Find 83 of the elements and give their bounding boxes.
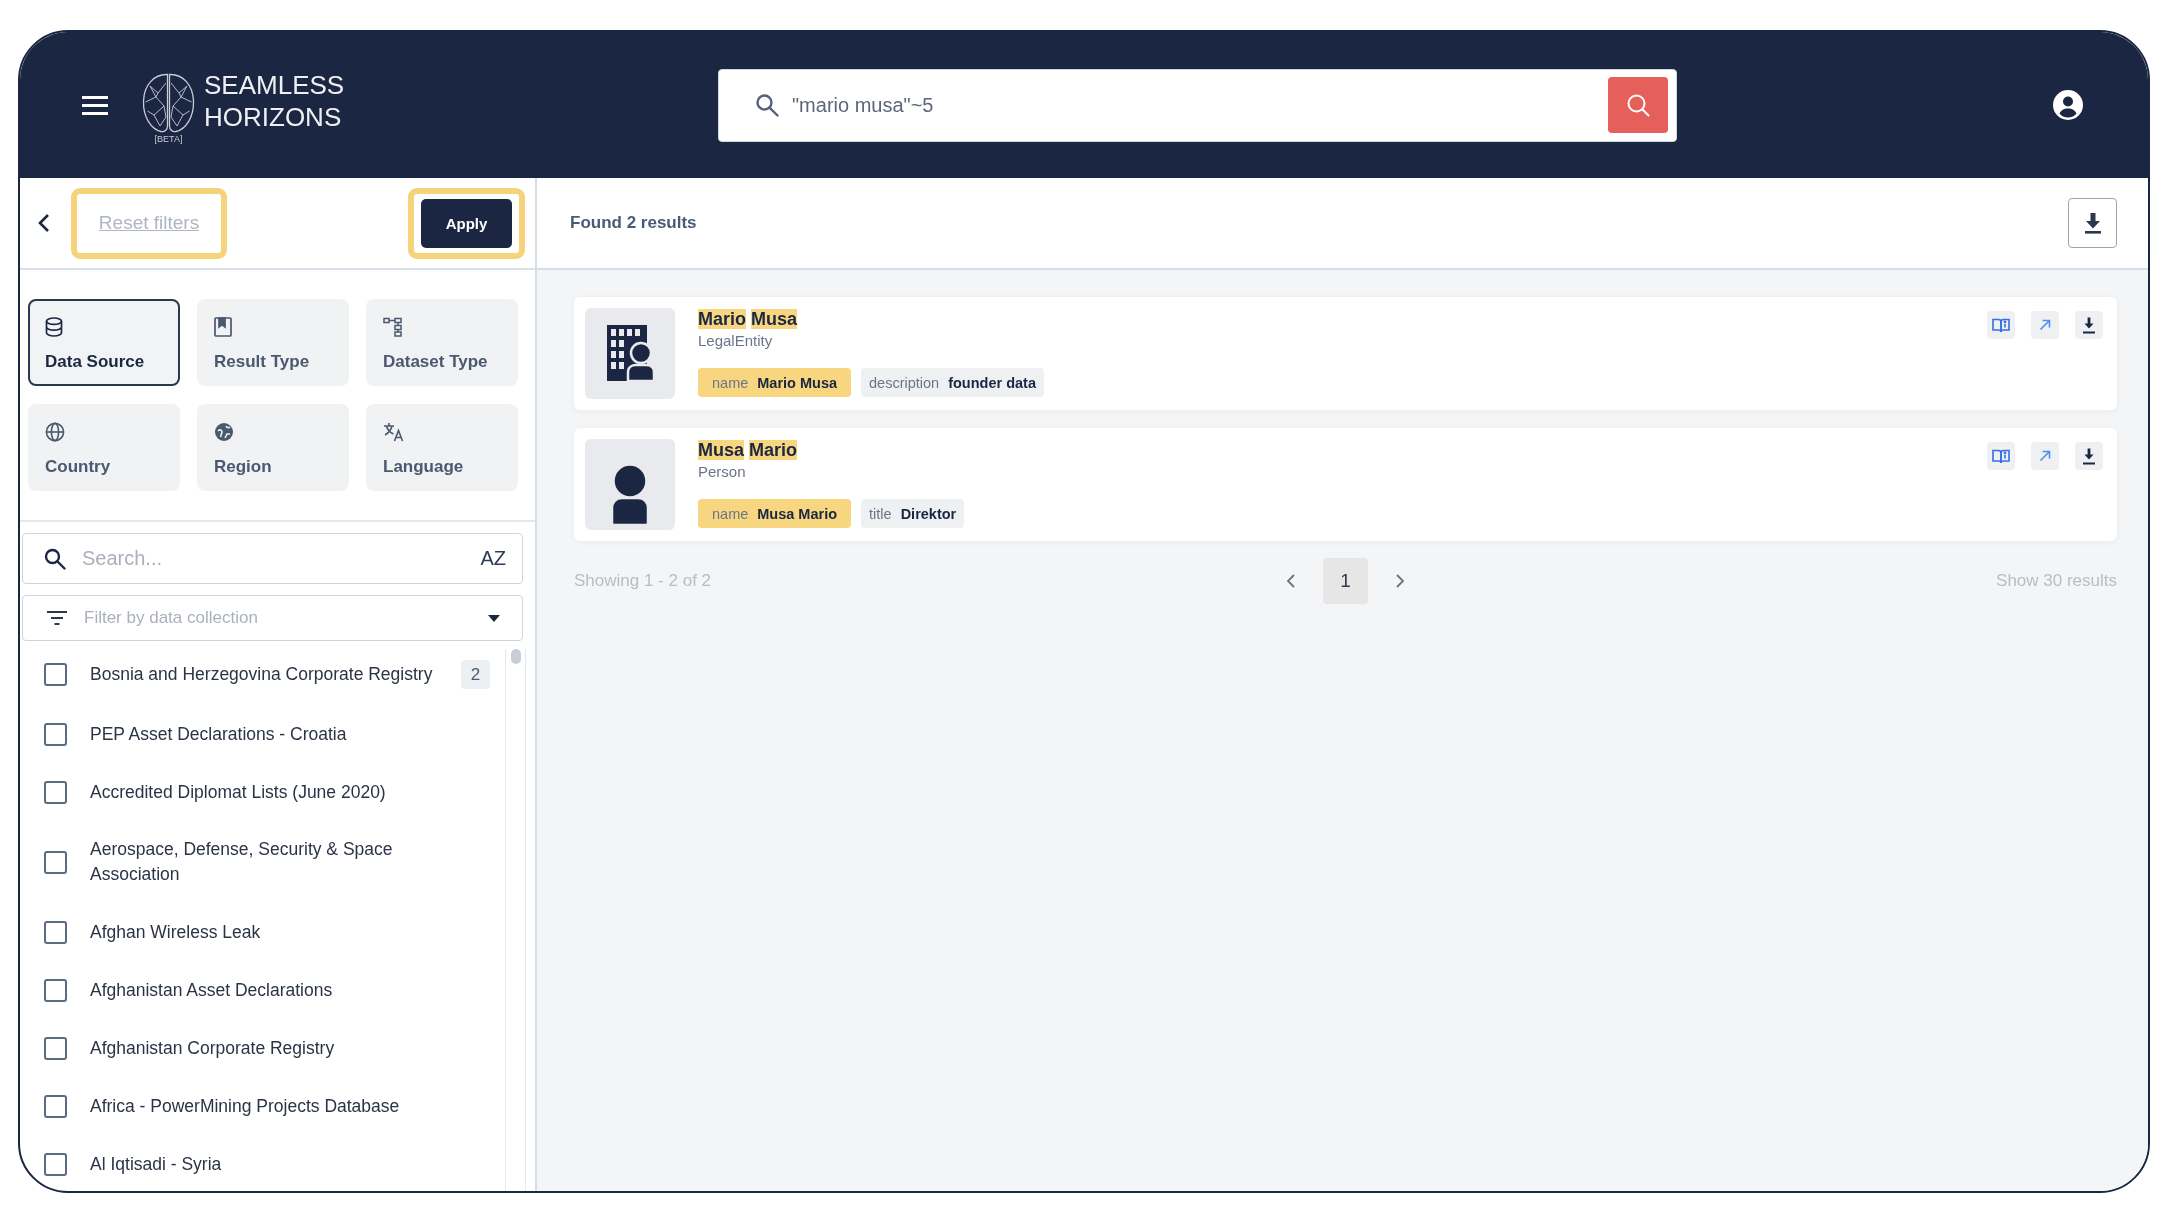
chevron-left-icon[interactable] (38, 213, 50, 233)
results-range-text: Showing 1 - 2 of 2 (574, 571, 712, 591)
checkbox[interactable] (44, 663, 67, 686)
logo-wordmark: SEAMLESS HORIZONS (204, 69, 345, 133)
download-button[interactable] (2075, 442, 2103, 470)
checkbox[interactable] (44, 1152, 67, 1176)
translate-icon (383, 422, 405, 442)
filter-category-tile[interactable]: Region (197, 404, 349, 491)
caret-down-icon (488, 614, 500, 622)
download-icon (2082, 447, 2096, 465)
source-label: Accredited Diplomat Lists (June 2020) (90, 780, 386, 804)
download-icon (2082, 212, 2103, 234)
result-title[interactable]: Mario Musa (698, 308, 798, 330)
download-icon (2082, 316, 2096, 334)
download-button[interactable] (2075, 311, 2103, 339)
menu-icon[interactable] (82, 95, 108, 115)
brain-logo-icon (142, 73, 195, 133)
beta-label: [BETA] (154, 134, 183, 145)
filter-search-field[interactable]: Search... AZ (22, 533, 523, 584)
database-icon (45, 317, 63, 337)
earth-icon (214, 422, 234, 442)
checkbox[interactable] (44, 722, 67, 746)
apply-button[interactable]: Apply (421, 198, 512, 248)
tag-key: name (712, 374, 749, 391)
source-label: Afghanistan Corporate Registry (90, 1036, 335, 1060)
filter-category-tile[interactable]: Country (28, 404, 180, 491)
scrollbar-track[interactable] (505, 649, 526, 1191)
source-label: Afghan Wireless Leak (90, 920, 261, 944)
building-person-icon (585, 308, 675, 399)
result-card[interactable]: Mario Musa LegalEntity name Mario Musa description founder data (574, 297, 2117, 410)
book-info-icon (1992, 448, 2010, 464)
source-label: PEP Asset Declarations - Croatia (90, 722, 347, 746)
filter-category-tile[interactable]: Language (366, 404, 518, 491)
result-title[interactable]: Musa Mario (698, 439, 798, 461)
search-button[interactable] (1608, 77, 1668, 133)
open-button[interactable] (2031, 442, 2059, 470)
export-button[interactable] (2068, 198, 2117, 248)
tag-value: founder data (948, 374, 1036, 391)
book-info-icon (1992, 317, 2010, 333)
source-label: Afghanistan Asset Declarations (90, 978, 333, 1002)
tag-key: name (712, 505, 749, 522)
result-card[interactable]: Musa Mario Person name Musa Mario title Direktor (574, 428, 2117, 541)
checkbox[interactable] (44, 1036, 67, 1060)
source-label: Al Iqtisadi - Syria (90, 1152, 222, 1176)
filter-category-tile[interactable]: Dataset Type (366, 299, 518, 386)
tag-value: Mario Musa (757, 374, 838, 391)
search-icon (1626, 93, 1650, 117)
chevron-right-icon[interactable] (1395, 573, 1405, 589)
results-summary: Found 2 results (570, 213, 697, 233)
open-button[interactable] (2031, 311, 2059, 339)
checkbox[interactable] (44, 920, 67, 944)
checkbox[interactable] (44, 850, 67, 874)
search-field[interactable]: "mario musa"~5 (718, 68, 1677, 142)
tag-key: description (869, 374, 940, 391)
source-label: Bosnia and Herzegovina Corporate Registry (90, 663, 433, 686)
result-type: Person (698, 462, 746, 482)
info-button[interactable] (1987, 311, 2015, 339)
arrow-up-right-icon (2039, 450, 2051, 462)
filter-category-tile[interactable]: Data Source (28, 299, 180, 386)
checkbox[interactable] (44, 978, 67, 1002)
sort-button[interactable]: AZ (478, 547, 508, 570)
search-icon (44, 547, 66, 570)
search-icon (755, 93, 779, 117)
checkbox[interactable] (44, 780, 67, 804)
source-label: Aerospace, Defense, Security & Space Association (90, 838, 394, 886)
scrollbar-thumb[interactable] (510, 649, 521, 664)
result-type: LegalEntity (698, 331, 773, 351)
bookmark-icon (214, 317, 232, 337)
count-badge: 2 (461, 660, 490, 689)
globe-icon (45, 422, 65, 442)
checkbox[interactable] (44, 1094, 67, 1118)
person-icon (585, 439, 675, 530)
tag-key: title (869, 505, 892, 522)
info-button[interactable] (1987, 442, 2015, 470)
filter-icon (46, 610, 68, 626)
tag-value: Musa Mario (757, 505, 838, 522)
page-button[interactable]: 1 (1323, 558, 1368, 604)
arrow-up-right-icon (2039, 319, 2051, 331)
account-icon[interactable] (2053, 90, 2083, 120)
hierarchy-icon (383, 317, 403, 337)
source-label: Africa - PowerMining Projects Database (90, 1094, 400, 1118)
tag-value: Direktor (900, 505, 957, 522)
filter-category-tile[interactable]: Result Type (197, 299, 349, 386)
